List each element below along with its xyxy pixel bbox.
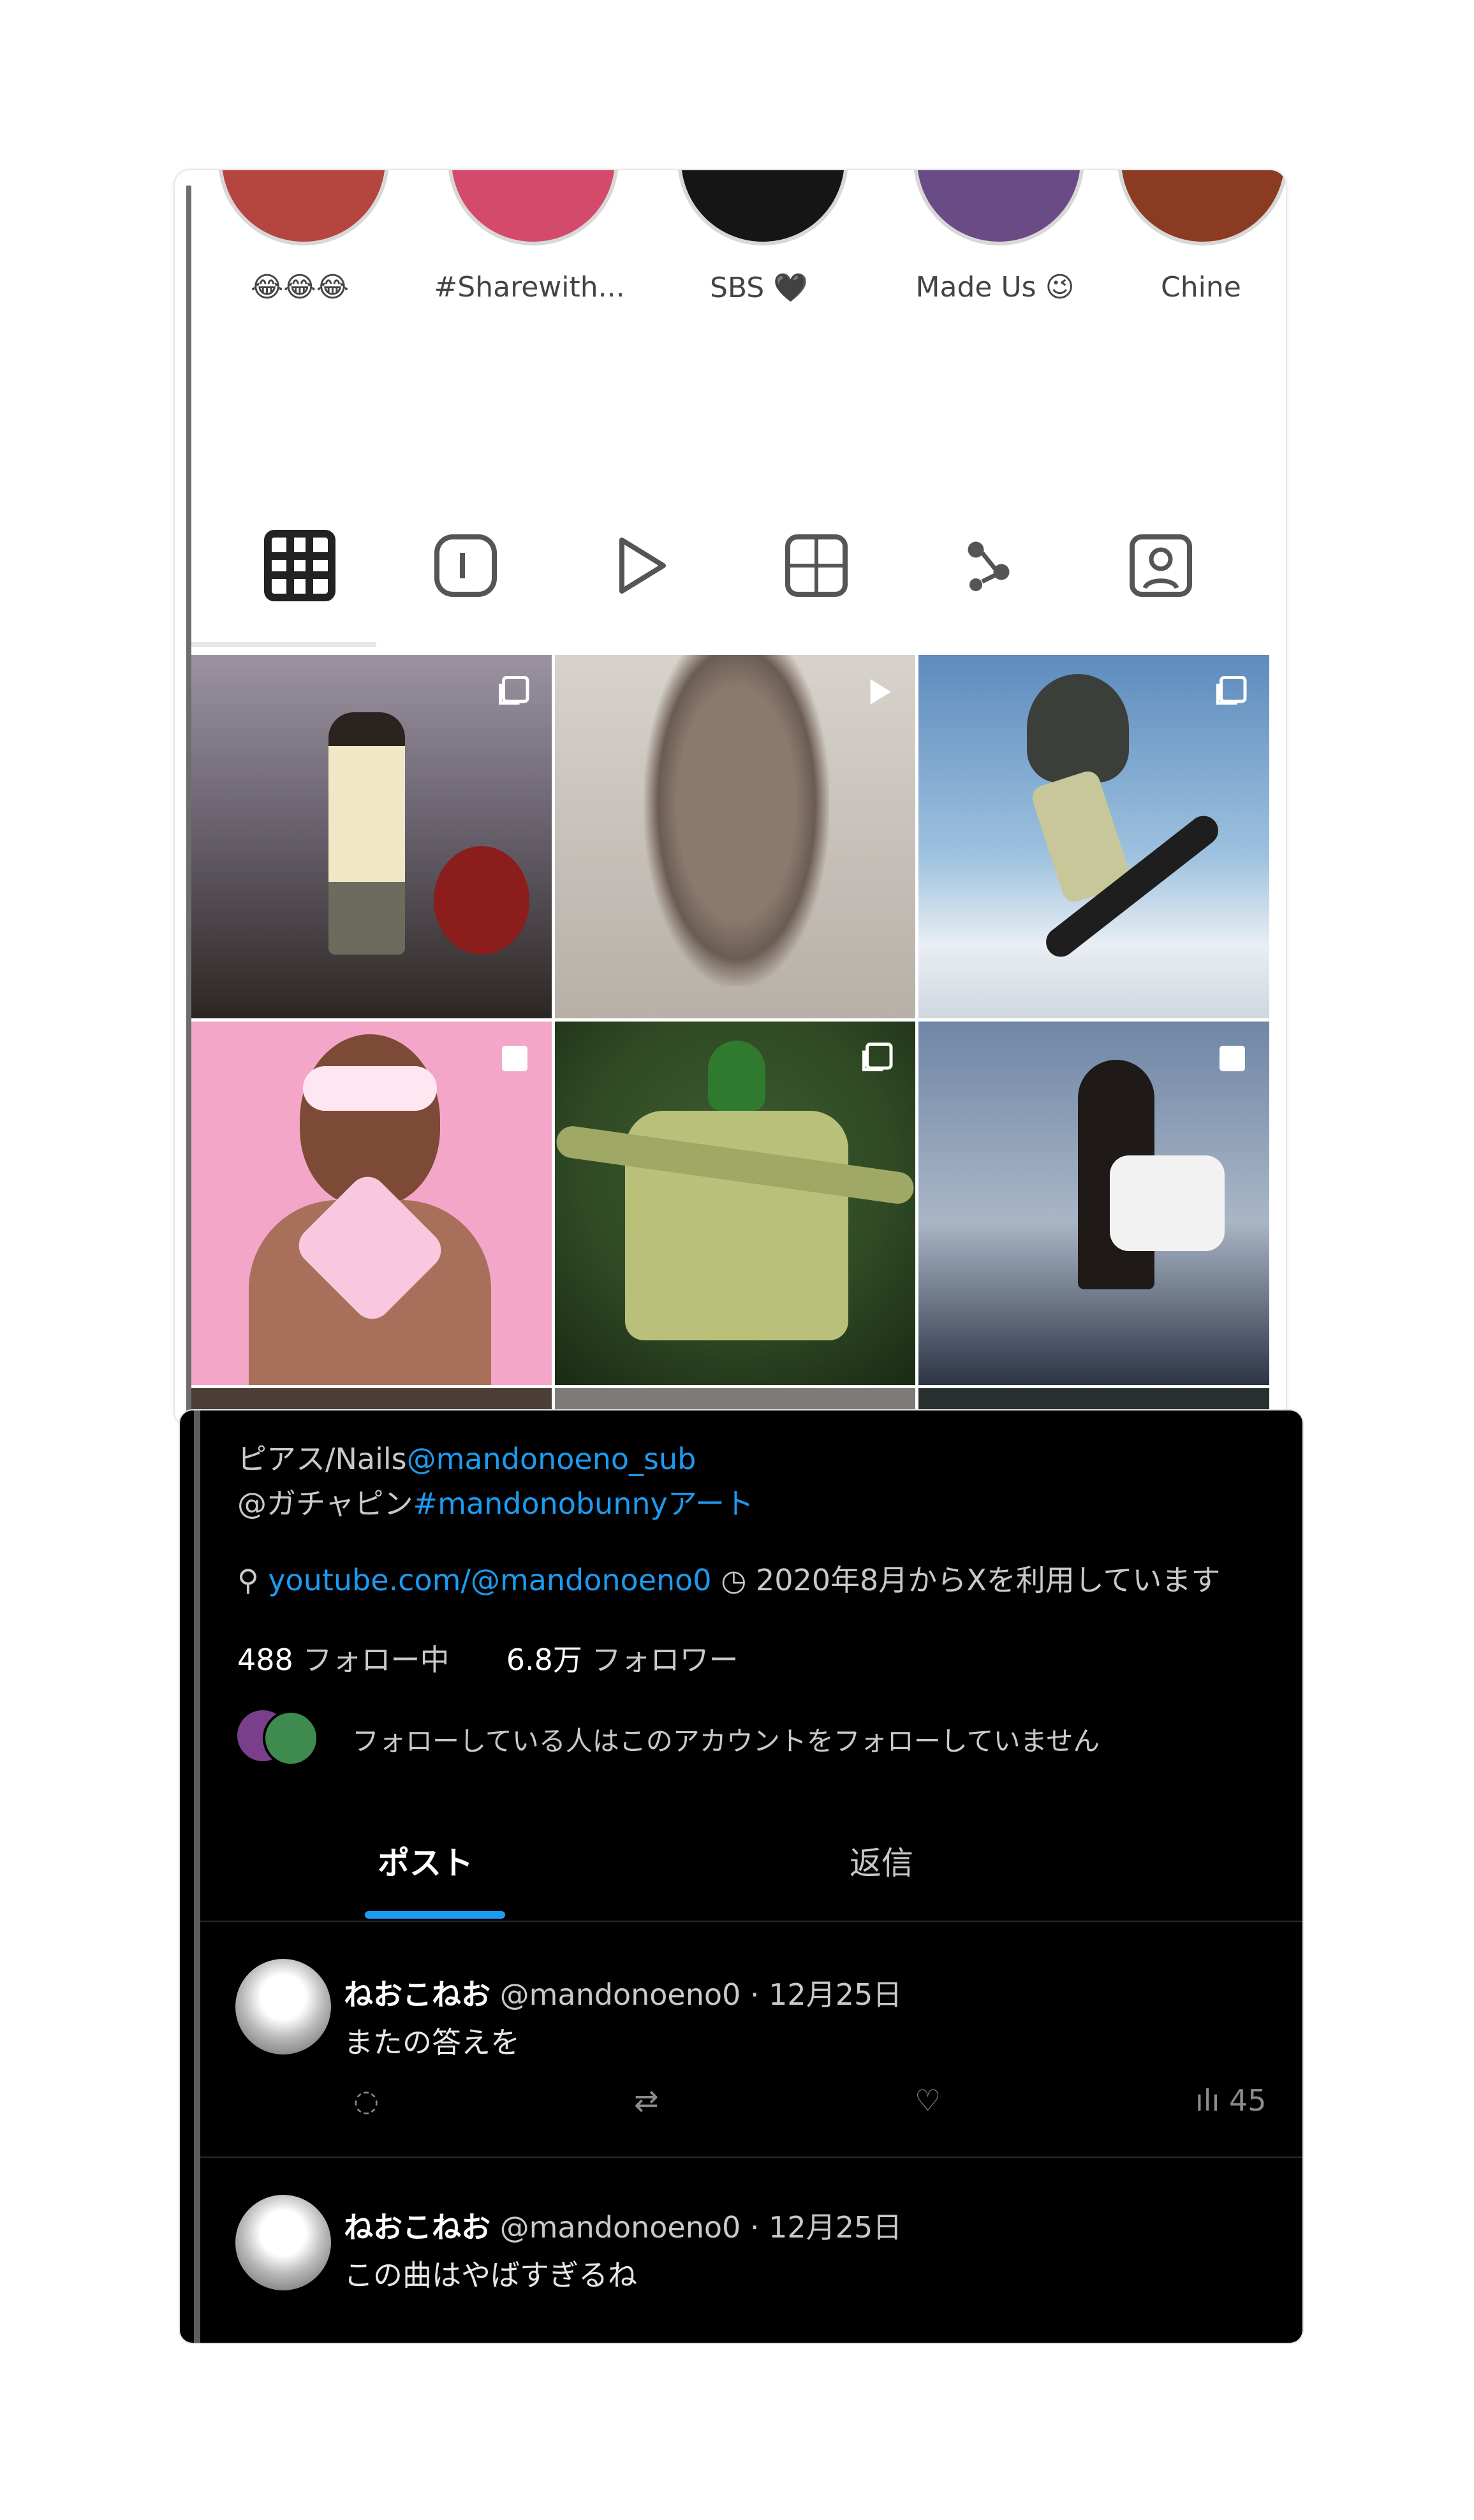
highlight-thumbnail xyxy=(1117,170,1286,245)
square-icon xyxy=(502,1046,527,1071)
highlight-label: Made Us 😉 xyxy=(915,271,1075,304)
collab-icon[interactable] xyxy=(950,527,1027,604)
post-item[interactable]: ねおこねお @mandonoeno0 · 12月25日 またの答えを ◌ ⇄ ♡… xyxy=(200,1921,1302,2157)
bio-handle-link[interactable]: @mandonoeno_sub xyxy=(407,1442,696,1476)
bio-prefix: @ガチャピン xyxy=(237,1486,413,1521)
follow-counts: 488 フォロー中 6.8万 フォロワー xyxy=(237,1637,738,1679)
post-woman-outdoors[interactable] xyxy=(918,1022,1269,1385)
person-figure xyxy=(328,712,405,955)
bio-prefix: ピアス/Nails xyxy=(237,1442,407,1476)
avatar xyxy=(263,1710,319,1766)
joined-date: 2020年8月からXを利用しています xyxy=(755,1563,1221,1597)
guides-icon[interactable] xyxy=(778,527,855,604)
red-flowers xyxy=(434,846,529,955)
highlight-item[interactable]: 😂😂😂 xyxy=(204,170,395,336)
bio-line-1: ピアス/Nails@mandonoeno_sub xyxy=(237,1436,696,1478)
highlight-label: 😂😂😂 xyxy=(250,271,350,304)
following-label[interactable]: フォロー中 xyxy=(302,1643,449,1677)
highlight-label: Chine xyxy=(1161,271,1241,304)
grid-icon[interactable] xyxy=(262,527,338,604)
post-fur-coat[interactable] xyxy=(555,655,915,1018)
tab-posts[interactable]: ポスト xyxy=(378,1838,473,1884)
views-count[interactable]: ılı 45 xyxy=(1195,2083,1267,2118)
highlight-thumbnail xyxy=(913,170,1084,245)
carousel-icon xyxy=(862,1043,893,1071)
post-person-beige-outfit[interactable] xyxy=(191,655,552,1018)
bio-hashtag-link[interactable]: #mandonobunnyアート xyxy=(413,1486,754,1521)
followed-by-text: フォローしている人はこのアカウントをフォローしていません xyxy=(352,1725,1100,1757)
highlight-item[interactable]: #Sharewith... xyxy=(434,170,625,336)
play-icon[interactable] xyxy=(600,527,676,604)
profile-website-link[interactable]: youtube.com/@mandonoeno0 xyxy=(268,1563,711,1597)
reels-icon[interactable] xyxy=(427,527,504,604)
reply-icon[interactable]: ◌ xyxy=(353,2083,379,2118)
repost-icon[interactable]: ⇄ xyxy=(634,2083,659,2118)
post-snowboarder[interactable] xyxy=(918,655,1269,1018)
avatar xyxy=(235,2195,331,2290)
green-cap xyxy=(708,1041,765,1111)
post-timestamp: · 12月25日 xyxy=(749,2210,903,2245)
post-text: この曲はやばすぎるね xyxy=(344,2258,637,2292)
highlight-thumbnail xyxy=(448,170,619,245)
like-icon[interactable]: ♡ xyxy=(915,2083,941,2118)
highlight-item[interactable]: SBS 🖤 xyxy=(663,170,855,336)
calendar-icon: ◷ xyxy=(721,1563,756,1597)
carousel-icon xyxy=(1216,676,1247,705)
post-timestamp: · 12月25日 xyxy=(749,1977,903,2012)
post-author-handle: @mandonoeno0 xyxy=(499,2210,741,2245)
bio-line-2: @ガチャピン#mandonobunnyアート xyxy=(237,1481,754,1523)
active-tab-underline xyxy=(191,642,376,647)
instagram-profile-card: 😂😂😂 #Sharewith... SBS 🖤 Made Us 😉 Chine xyxy=(173,169,1287,1428)
scroll-edge xyxy=(194,1410,200,2343)
followers-count[interactable]: 6.8万 xyxy=(506,1643,582,1677)
highlight-item[interactable]: Chine xyxy=(1117,170,1286,336)
post-grid xyxy=(191,655,1269,1426)
avatar xyxy=(235,1959,331,2055)
post-pink-portrait[interactable] xyxy=(191,1022,552,1385)
square-icon xyxy=(1220,1046,1245,1071)
profile-link-row: ⚲ youtube.com/@mandonoeno0 ◷ 2020年8月からXを… xyxy=(237,1557,1220,1599)
highlight-label: SBS 🖤 xyxy=(709,272,809,304)
story-highlights: 😂😂😂 #Sharewith... SBS 🖤 Made Us 😉 Chine xyxy=(191,170,1286,342)
highlight-label: #Sharewith... xyxy=(434,271,625,304)
followers-label[interactable]: フォロワー xyxy=(591,1643,738,1677)
post-header: ねおこねお @mandonoeno0 · 12月25日 xyxy=(344,2204,902,2246)
mutual-follower-avatars xyxy=(237,1710,319,1768)
post-author-name: ねおこねお xyxy=(344,1977,490,2012)
content-tabs xyxy=(191,527,1276,617)
post-header: ねおこねお @mandonoeno0 · 12月25日 xyxy=(344,1972,902,2014)
post-green-jacket[interactable] xyxy=(555,1022,915,1385)
highlight-thumbnail xyxy=(218,170,389,245)
post-author-name: ねおこねお xyxy=(344,2210,490,2245)
highlight-thumbnail xyxy=(677,170,848,245)
woman-top xyxy=(1110,1155,1225,1251)
post-text: またの答えを xyxy=(344,2025,520,2060)
x-profile-card: ピアス/Nails@mandonoeno_sub @ガチャピン#mandonob… xyxy=(179,1409,1304,2344)
portrait-glasses xyxy=(303,1066,437,1111)
post-item[interactable]: ねおこねお @mandonoeno0 · 12月25日 この曲はやばすぎるね xyxy=(200,2157,1302,2343)
tab-replies[interactable]: 返信 xyxy=(850,1838,913,1884)
reel-icon xyxy=(870,679,891,705)
scroll-edge xyxy=(186,186,191,1416)
link-icon: ⚲ xyxy=(237,1563,269,1597)
post-author-handle: @mandonoeno0 xyxy=(499,1977,741,2012)
following-count[interactable]: 488 xyxy=(237,1643,293,1677)
tagged-icon[interactable] xyxy=(1123,527,1199,604)
snowboarder-jacket xyxy=(1027,674,1129,782)
carousel-icon xyxy=(499,676,529,705)
highlight-item[interactable]: Made Us 😉 xyxy=(899,170,1091,336)
fur-coat-figure xyxy=(644,655,829,986)
active-tab-underline xyxy=(365,1911,505,1919)
